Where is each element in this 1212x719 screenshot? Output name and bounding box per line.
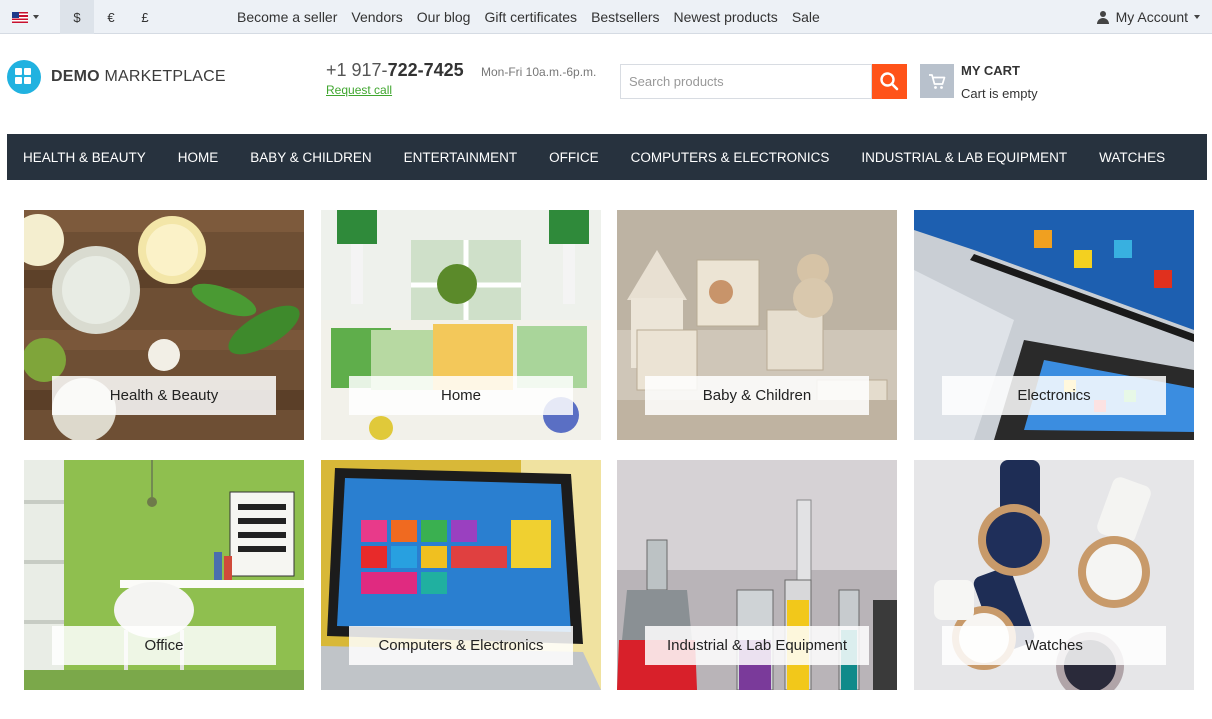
my-account-label: My Account [1115,9,1188,25]
cart-button[interactable] [920,64,954,98]
category-label: Health & Beauty [52,376,276,415]
menu-entertainment[interactable]: ENTERTAINMENT [404,150,518,165]
category-menu: HEALTH & BEAUTY HOME BABY & CHILDREN ENT… [7,134,1207,180]
link-bestsellers[interactable]: Bestsellers [591,9,659,25]
category-label: Computers & Electronics [349,626,573,665]
category-label: Watches [942,626,1166,665]
currency-usd[interactable]: $ [60,0,94,34]
language-selector[interactable] [6,0,58,34]
business-hours: Mon-Fri 10a.m.-6p.m. [481,65,597,79]
menu-home[interactable]: HOME [178,150,219,165]
cart-title[interactable]: MY CART [961,63,1020,78]
link-sale[interactable]: Sale [792,9,820,25]
link-newest-products[interactable]: Newest products [674,9,778,25]
category-tile-health-beauty[interactable]: Health & Beauty [24,210,304,440]
chevron-down-icon [1194,15,1200,19]
category-tile-industrial-lab[interactable]: Industrial & Lab Equipment [617,460,897,690]
link-gift-certificates[interactable]: Gift certificates [484,9,577,25]
my-account-button[interactable]: My Account [1097,0,1200,34]
category-tile-watches[interactable]: Watches [914,460,1194,690]
category-label: Home [349,376,573,415]
menu-baby-children[interactable]: BABY & CHILDREN [250,150,371,165]
category-tile-computers-electronics[interactable]: Computers & Electronics [321,460,601,690]
top-links: Become a seller Vendors Our blog Gift ce… [230,0,827,34]
search-button[interactable] [872,64,907,99]
link-vendors[interactable]: Vendors [351,9,402,25]
menu-office[interactable]: OFFICE [549,150,599,165]
us-flag-icon [12,11,28,23]
logo-text: DEMO MARKETPLACE [51,68,226,85]
site-logo[interactable]: DEMO MARKETPLACE [7,60,226,94]
logo-icon [7,60,41,94]
category-tile-home[interactable]: Home [321,210,601,440]
currency-gbp[interactable]: £ [128,0,162,34]
menu-health-beauty[interactable]: HEALTH & BEAUTY [23,150,146,165]
search-input[interactable] [620,64,872,99]
category-label: Baby & Children [645,376,869,415]
category-tile-office[interactable]: Office [24,460,304,690]
menu-industrial-lab[interactable]: INDUSTRIAL & LAB EQUIPMENT [861,150,1067,165]
top-bar: $ € £ Become a seller Vendors Our blog G… [0,0,1212,34]
link-our-blog[interactable]: Our blog [417,9,471,25]
cart-icon [929,74,946,89]
user-icon [1097,10,1110,24]
phone-number: +1 917-722-7425 [326,60,464,80]
search-icon [880,72,899,91]
link-become-seller[interactable]: Become a seller [237,9,337,25]
currency-eur[interactable]: € [94,0,128,34]
menu-computers-electronics[interactable]: COMPUTERS & ELECTRONICS [631,150,830,165]
menu-watches[interactable]: WATCHES [1099,150,1165,165]
category-tile-electronics[interactable]: Electronics [914,210,1194,440]
category-tile-baby-children[interactable]: Baby & Children [617,210,897,440]
request-call-link[interactable]: Request call [326,83,392,97]
cart-status: Cart is empty [961,86,1038,101]
chevron-down-icon [33,15,39,19]
category-label: Office [52,626,276,665]
category-label: Industrial & Lab Equipment [645,626,869,665]
category-label: Electronics [942,376,1166,415]
